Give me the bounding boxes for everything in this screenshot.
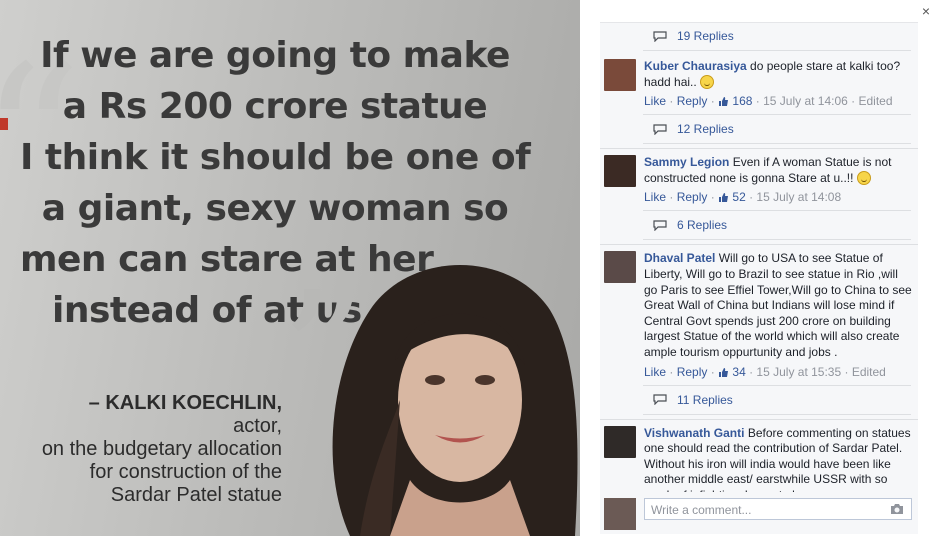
reply-link[interactable]: Reply — [677, 190, 708, 204]
quote-attribution: – KALKI KOECHLIN, actor, on the budgetar… — [20, 392, 282, 507]
comment: Kuber Chaurasiya do people stare at kalk… — [600, 51, 918, 114]
attribution-line: on the budgetary allocation — [41, 438, 282, 460]
like-count[interactable]: 168 — [718, 94, 752, 108]
avatar[interactable] — [604, 425, 636, 458]
comment-actions: Like · Reply · 34 · 15 July at 15:35 · E… — [644, 364, 886, 379]
replies-count: 6 Replies — [677, 218, 728, 233]
replies-count: 12 Replies — [677, 122, 734, 137]
edited-label[interactable]: Edited — [859, 94, 893, 108]
edited-label[interactable]: Edited — [852, 365, 886, 379]
reply-arrow-icon — [653, 30, 667, 42]
reply-arrow-icon — [653, 220, 667, 231]
view-replies-link[interactable]: 6 Replies — [643, 210, 911, 241]
replies-count: 11 Replies — [677, 392, 733, 407]
quote-line: I think it should be one of — [20, 137, 531, 178]
portrait-photo — [332, 265, 578, 536]
reply-arrow-icon — [653, 394, 667, 406]
current-user-avatar — [604, 498, 636, 530]
comments-panel: × 19 Replies Kuber Chaurasiya do people … — [580, 0, 940, 536]
comment-author[interactable]: Sammy Legion — [644, 155, 729, 169]
comment-actions: Like · Reply · 52 · 15 July at 14:08 — [644, 190, 842, 205]
view-replies-link[interactable]: 19 Replies — [643, 23, 911, 51]
quote-line: a Rs 200 crore statue — [62, 86, 488, 127]
reply-link[interactable]: Reply — [677, 365, 708, 379]
comment-author[interactable]: Dhaval Patel — [644, 251, 715, 265]
comment-feed[interactable]: 19 Replies Kuber Chaurasiya do people st… — [600, 22, 918, 492]
comment-author[interactable]: Vishwanath Ganti — [644, 426, 744, 440]
reply-link[interactable]: Reply — [677, 94, 708, 108]
quote-line: If we are going to make — [40, 35, 510, 76]
camera-icon[interactable] — [890, 503, 904, 515]
reply-arrow-icon — [653, 124, 667, 135]
comment: Vishwanath Ganti Before commenting on st… — [600, 420, 918, 492]
quote-line: a giant, sexy woman so — [41, 188, 509, 229]
comment-text: Will go to USA to see Statue of Liberty,… — [644, 251, 912, 359]
attribution-line: Sardar Patel statue — [110, 484, 282, 506]
comment: Dhaval Patel Will go to USA to see Statu… — [600, 245, 918, 384]
comment-time[interactable]: 15 July at 14:08 — [756, 190, 841, 204]
newspaper-photo: “ If we are going to make a Rs 200 crore… — [0, 0, 580, 536]
smile-emoji-icon — [700, 74, 715, 89]
comment-time[interactable]: 15 July at 14:06 — [763, 94, 848, 108]
thumbs-up-icon — [719, 193, 729, 203]
attribution-line: actor, — [233, 415, 282, 437]
like-count[interactable]: 34 — [718, 365, 746, 379]
thumbs-up-icon — [719, 97, 729, 107]
like-count[interactable]: 52 — [718, 190, 746, 204]
like-link[interactable]: Like — [644, 365, 666, 379]
view-replies-link[interactable]: 12 Replies — [643, 114, 911, 145]
comment-composer: Write a comment... — [600, 492, 918, 534]
comment-time[interactable]: 15 July at 15:35 — [756, 365, 841, 379]
smile-emoji-icon — [856, 170, 871, 185]
attribution-line: for construction of the — [89, 461, 282, 483]
red-print-mark — [0, 118, 8, 130]
thumbs-up-icon — [719, 367, 729, 377]
attribution-name: – KALKI KOECHLIN, — [88, 392, 282, 414]
like-link[interactable]: Like — [644, 190, 666, 204]
avatar[interactable] — [604, 155, 636, 188]
like-link[interactable]: Like — [644, 94, 666, 108]
replies-count: 19 Replies — [677, 29, 734, 43]
comment-author[interactable]: Kuber Chaurasiya — [644, 59, 747, 73]
view-replies-link[interactable]: 11 Replies — [643, 384, 911, 415]
close-button[interactable]: × — [918, 3, 934, 19]
comment-actions: Like · Reply · 168 · 15 July at 14:06 · … — [644, 94, 893, 109]
avatar[interactable] — [604, 251, 636, 284]
avatar[interactable] — [604, 59, 636, 91]
comment-input[interactable]: Write a comment... — [644, 498, 912, 520]
comment: Sammy Legion Even if A woman Statue is n… — [600, 149, 918, 210]
